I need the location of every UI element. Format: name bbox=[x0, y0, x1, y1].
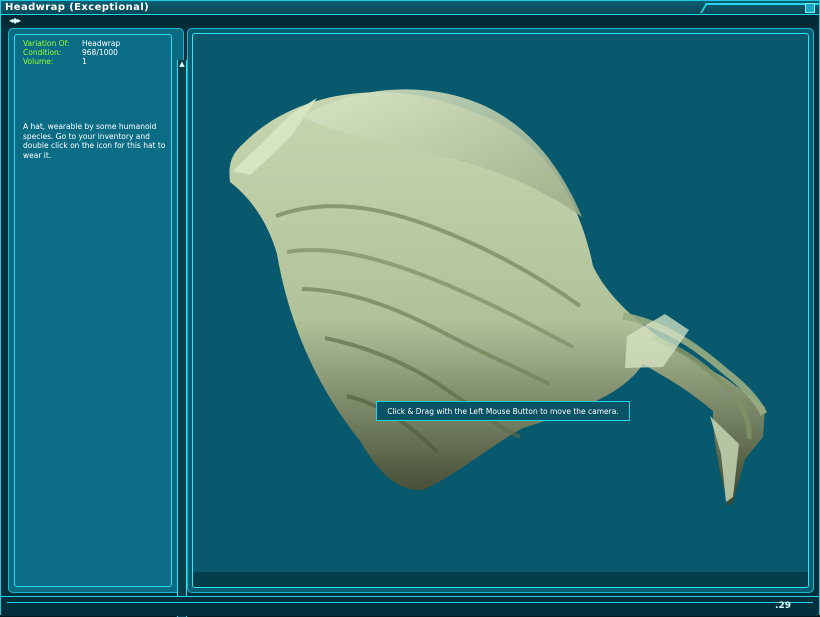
title-bar[interactable]: Headwrap (Exceptional) bbox=[1, 1, 820, 15]
tool-strip bbox=[1, 15, 819, 27]
item-examine-window: Headwrap (Exceptional) ◂◆▸ Variation Of:… bbox=[0, 0, 820, 617]
attribute-value: 1 bbox=[82, 57, 87, 66]
close-icon[interactable] bbox=[805, 3, 815, 13]
details-frame: Variation Of: Headwrap Condition: 968/1000… bbox=[14, 34, 172, 587]
attribute-label: Variation Of: bbox=[23, 39, 70, 48]
viewer-footer bbox=[193, 572, 808, 587]
item-description: A hat, wearable by some humanoid species… bbox=[23, 122, 166, 160]
attribute-row-condition: Condition: 968/1000 bbox=[23, 48, 118, 57]
headwrap-model[interactable] bbox=[193, 34, 808, 587]
scroll-up-icon[interactable]: ▲ bbox=[178, 60, 186, 68]
3d-viewport[interactable]: Click & Drag with the Left Mouse Button … bbox=[192, 33, 809, 588]
attribute-value: Headwrap bbox=[82, 39, 121, 48]
attribute-label: Volume: bbox=[23, 57, 54, 66]
item-details-panel: Variation Of: Headwrap Condition: 968/1000… bbox=[8, 28, 187, 617]
navigation-arrows[interactable]: ◂◆▸ bbox=[9, 16, 21, 26]
title-decoration bbox=[700, 3, 820, 13]
camera-hint-tooltip: Click & Drag with the Left Mouse Button … bbox=[376, 401, 630, 421]
attribute-row-variation: Variation Of: Headwrap bbox=[23, 39, 120, 48]
bottom-bar: .29 bbox=[1, 596, 819, 616]
bottom-divider bbox=[7, 602, 813, 603]
attribute-label: Condition: bbox=[23, 48, 62, 57]
window-title: Headwrap (Exceptional) bbox=[5, 2, 150, 13]
attribute-row-volume: Volume: 1 bbox=[23, 57, 87, 66]
details-scrollbar[interactable]: ▲ ▼ bbox=[177, 60, 187, 617]
attribute-value: 968/1000 bbox=[82, 48, 118, 57]
corner-value: .29 bbox=[775, 601, 791, 611]
item-viewer-panel: Click & Drag with the Left Mouse Button … bbox=[187, 28, 814, 593]
